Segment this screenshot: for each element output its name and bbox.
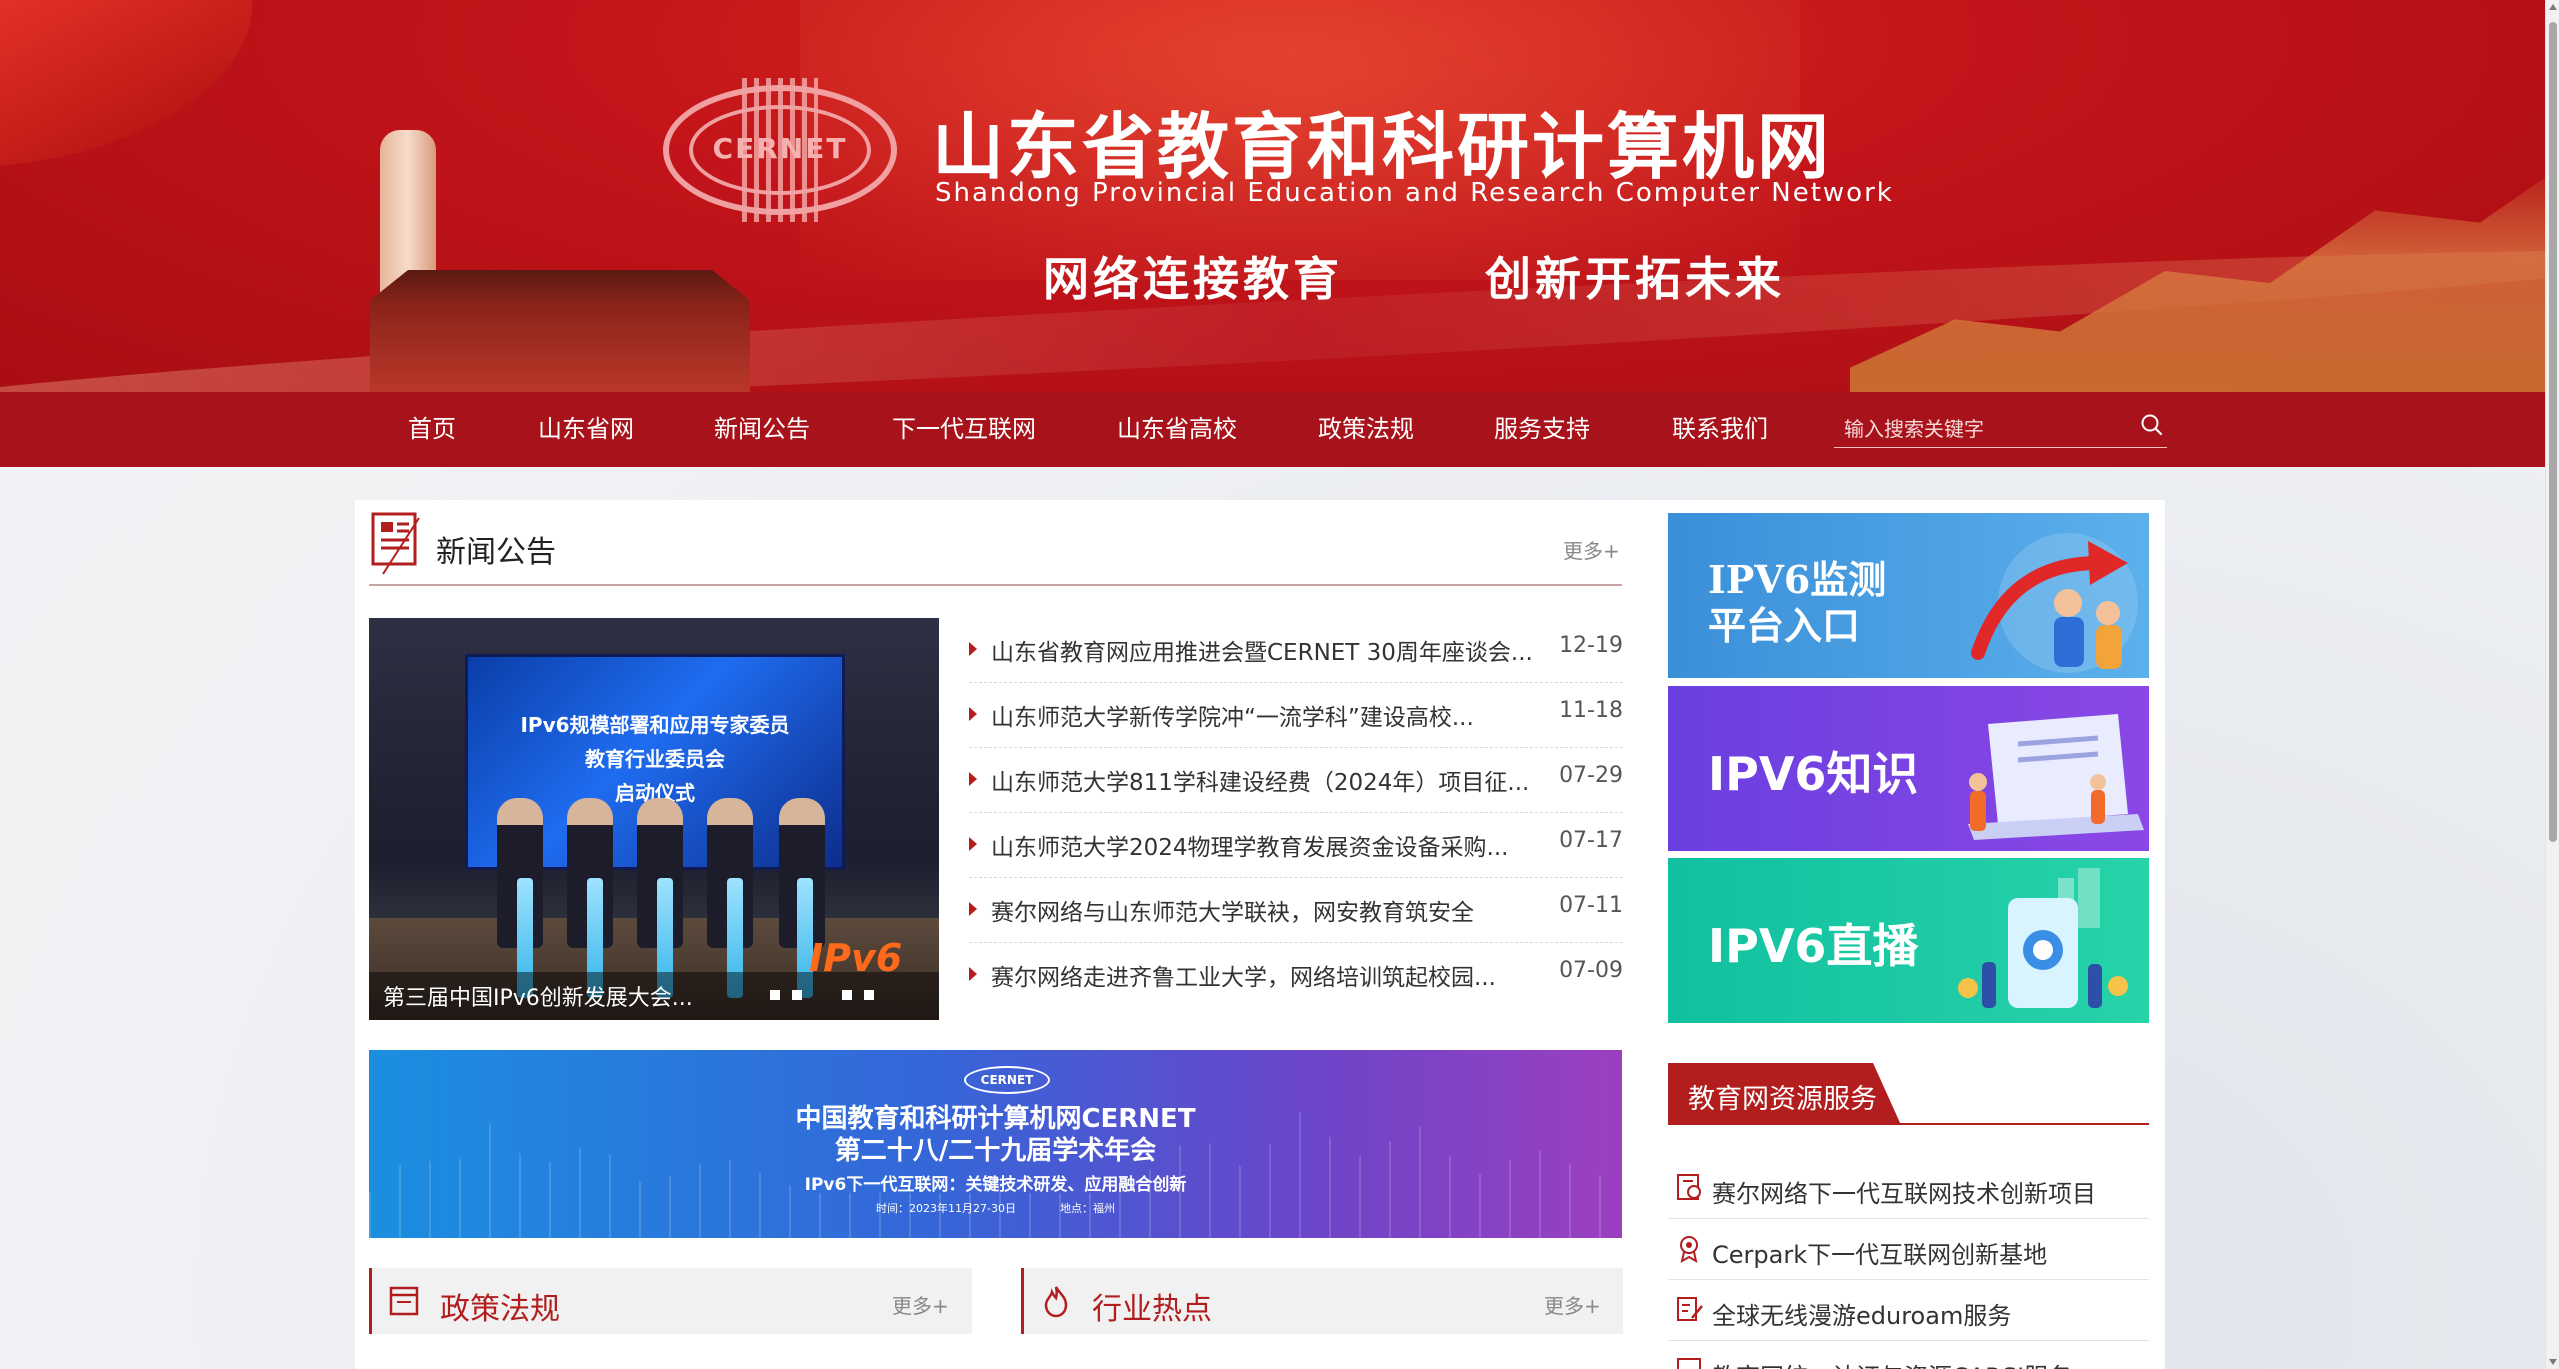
slider-dot[interactable] xyxy=(864,990,874,1000)
news-item-title[interactable]: 山东师范大学新传学院冲“一流学科”建设高校... xyxy=(991,698,1474,732)
page: CERNET 山东省教育和科研计算机网 Shandong Provincial … xyxy=(0,0,2545,1369)
laptop-illustration xyxy=(1968,714,2144,840)
resource-section-header: 教育网资源服务 xyxy=(1668,1063,2149,1125)
resource-item[interactable]: 教育网统一认证与资源CARSI服务 xyxy=(1668,1341,2149,1369)
resource-section-title: 教育网资源服务 xyxy=(1688,1084,1877,1115)
policy-section-title: 政策法规 xyxy=(440,1292,560,1327)
slogan-left: 网络连接教育 xyxy=(1043,252,1343,306)
slider-dot[interactable] xyxy=(842,990,852,1000)
newspaper-icon xyxy=(371,512,420,575)
news-image-slider[interactable]: IPv6规模部署和应用专家委员 教育行业委员会 启动仪式 IPv6 第三届中国I… xyxy=(369,618,939,1020)
auth-service-icon xyxy=(1677,1358,1701,1369)
industry-section-title: 行业热点 xyxy=(1092,1292,1212,1327)
bullet-arrow-icon xyxy=(969,707,977,721)
conference-subtitle: 第二十八/二十九届学术年会 xyxy=(834,1136,1157,1166)
news-item-title[interactable]: 山东师范大学2024物理学教育发展资金设备采购... xyxy=(991,828,1508,862)
industry-more-link[interactable]: 更多+ xyxy=(1544,1290,1601,1319)
news-item-title[interactable]: 赛尔网络与山东师范大学联袂，网安教育筑安全 xyxy=(991,893,1474,927)
news-item-title[interactable]: 赛尔网络走进齐鲁工业大学，网络培训筑起校园... xyxy=(991,958,1496,992)
nav-item-service[interactable]: 服务支持 xyxy=(1494,392,1590,467)
slider-dot[interactable] xyxy=(770,990,780,1000)
header-banner: CERNET 山东省教育和科研计算机网 Shandong Provincial … xyxy=(0,0,2545,392)
policy-section-header: 政策法规 更多+ xyxy=(369,1268,972,1334)
nav-item-news[interactable]: 新闻公告 xyxy=(714,392,810,467)
news-item[interactable]: 山东师范大学2024物理学教育发展资金设备采购... 07-17 xyxy=(969,813,1623,878)
edit-document-icon xyxy=(1677,1297,1703,1321)
bullet-arrow-icon xyxy=(969,837,977,851)
slider-dot[interactable] xyxy=(792,990,802,1000)
news-item[interactable]: 山东省教育网应用推进会暨CERNET 30周年座谈会... 12-19 xyxy=(969,618,1623,683)
news-item[interactable]: 赛尔网络与山东师范大学联袂，网安教育筑安全 07-11 xyxy=(969,878,1623,943)
phone-broadcast-illustration xyxy=(1958,868,2128,1008)
search-input[interactable] xyxy=(1844,414,2124,444)
innovation-project-icon xyxy=(1677,1174,1701,1200)
news-item-date: 11-18 xyxy=(1559,698,1623,723)
news-item[interactable]: 山东师范大学新传学院冲“一流学科”建设高校... 11-18 xyxy=(969,683,1623,748)
search-box xyxy=(1834,408,2167,448)
vertical-scrollbar[interactable] xyxy=(2545,0,2559,1369)
nav-item-next-gen-internet[interactable]: 下一代互联网 xyxy=(892,392,1036,467)
rising-arrow-illustration xyxy=(1971,541,2128,669)
ipv6-live-label: IPV6直播 xyxy=(1708,919,1919,973)
industry-section-header: 行业热点 更多+ xyxy=(1021,1268,1623,1334)
slogan-right: 创新开拓未来 xyxy=(1485,252,1785,306)
bullet-arrow-icon xyxy=(969,772,977,786)
scrollbar-thumb[interactable] xyxy=(2549,22,2557,842)
ipv6-monitor-card[interactable]: IPV6监测 平台入口 xyxy=(1668,513,2149,678)
tiananmen-decoration xyxy=(370,270,750,392)
bullet-arrow-icon xyxy=(969,642,977,656)
red-flag-decoration xyxy=(0,0,271,171)
nav-item-contact[interactable]: 联系我们 xyxy=(1672,392,1768,467)
news-section-title: 新闻公告 xyxy=(436,535,556,570)
resource-item-label[interactable]: 全球无线漫游eduroam服务 xyxy=(1712,1296,2011,1331)
news-item-date: 07-09 xyxy=(1559,958,1623,983)
nav-item-universities[interactable]: 山东省高校 xyxy=(1117,392,1237,467)
bullet-arrow-icon xyxy=(969,967,977,981)
cernet-logo: CERNET xyxy=(964,1066,1050,1094)
news-item-date: 12-19 xyxy=(1559,633,1623,658)
flame-icon xyxy=(1044,1286,1068,1318)
nav-item-shandong-net[interactable]: 山东省网 xyxy=(538,392,634,467)
news-section-header xyxy=(369,508,1622,586)
news-item-title[interactable]: 山东省教育网应用推进会暨CERNET 30周年座谈会... xyxy=(991,633,1533,667)
document-icon xyxy=(389,1286,419,1316)
resource-item-label[interactable]: Cerpark下一代互联网创新基地 xyxy=(1712,1235,2047,1270)
news-item-title[interactable]: 山东师范大学811学科建设经费（2024年）项目征... xyxy=(991,763,1529,797)
conference-banner[interactable]: CERNET 中国教育和科研计算机网CERNET 第二十八/二十九届学术年会 I… xyxy=(369,1050,1622,1238)
news-more-link[interactable]: 更多+ xyxy=(1563,535,1620,564)
bullet-arrow-icon xyxy=(969,902,977,916)
award-icon xyxy=(1680,1236,1698,1263)
news-item-date: 07-11 xyxy=(1559,893,1623,918)
ipv6-monitor-label-2: 平台入口 xyxy=(1708,603,1861,648)
resource-item[interactable]: 全球无线漫游eduroam服务 xyxy=(1668,1280,2149,1341)
site-subtitle: Shandong Provincial Education and Resear… xyxy=(935,178,1894,208)
news-item[interactable]: 赛尔网络走进齐鲁工业大学，网络培训筑起校园... 07-09 xyxy=(969,943,1623,1008)
conference-time-place: 时间：2023年11月27-30日 地点：福州 xyxy=(876,1202,1115,1215)
ipv6-knowledge-label: IPV6知识 xyxy=(1708,747,1919,801)
ipv6-live-card[interactable]: IPV6直播 xyxy=(1668,858,2149,1023)
scroll-down-icon[interactable] xyxy=(2549,1359,2557,1365)
policy-more-link[interactable]: 更多+ xyxy=(892,1290,949,1319)
resource-item[interactable]: Cerpark下一代互联网创新基地 xyxy=(1668,1219,2149,1280)
ipv6-knowledge-card[interactable]: IPV6知识 xyxy=(1668,686,2149,851)
scroll-up-icon[interactable] xyxy=(2549,4,2557,10)
resource-item-label[interactable]: 教育网统一认证与资源CARSI服务 xyxy=(1712,1357,2072,1369)
search-icon[interactable] xyxy=(2140,413,2164,437)
slider-caption[interactable]: 第三届中国IPv6创新发展大会... xyxy=(383,980,693,1012)
conference-theme: IPv6下一代互联网：关键技术研发、应用融合创新 xyxy=(804,1175,1187,1195)
nav-item-home[interactable]: 首页 xyxy=(408,392,456,467)
cernet-logo-text: CERNET xyxy=(712,132,848,165)
resource-item-label[interactable]: 赛尔网络下一代互联网技术创新项目 xyxy=(1712,1174,2096,1209)
news-item-date: 07-29 xyxy=(1559,763,1623,788)
news-item-date: 07-17 xyxy=(1559,828,1623,853)
news-item[interactable]: 山东师范大学811学科建设经费（2024年）项目征... 07-29 xyxy=(969,748,1623,813)
resource-item[interactable]: 赛尔网络下一代互联网技术创新项目 xyxy=(1668,1158,2149,1219)
nav-item-policy[interactable]: 政策法规 xyxy=(1318,392,1414,467)
